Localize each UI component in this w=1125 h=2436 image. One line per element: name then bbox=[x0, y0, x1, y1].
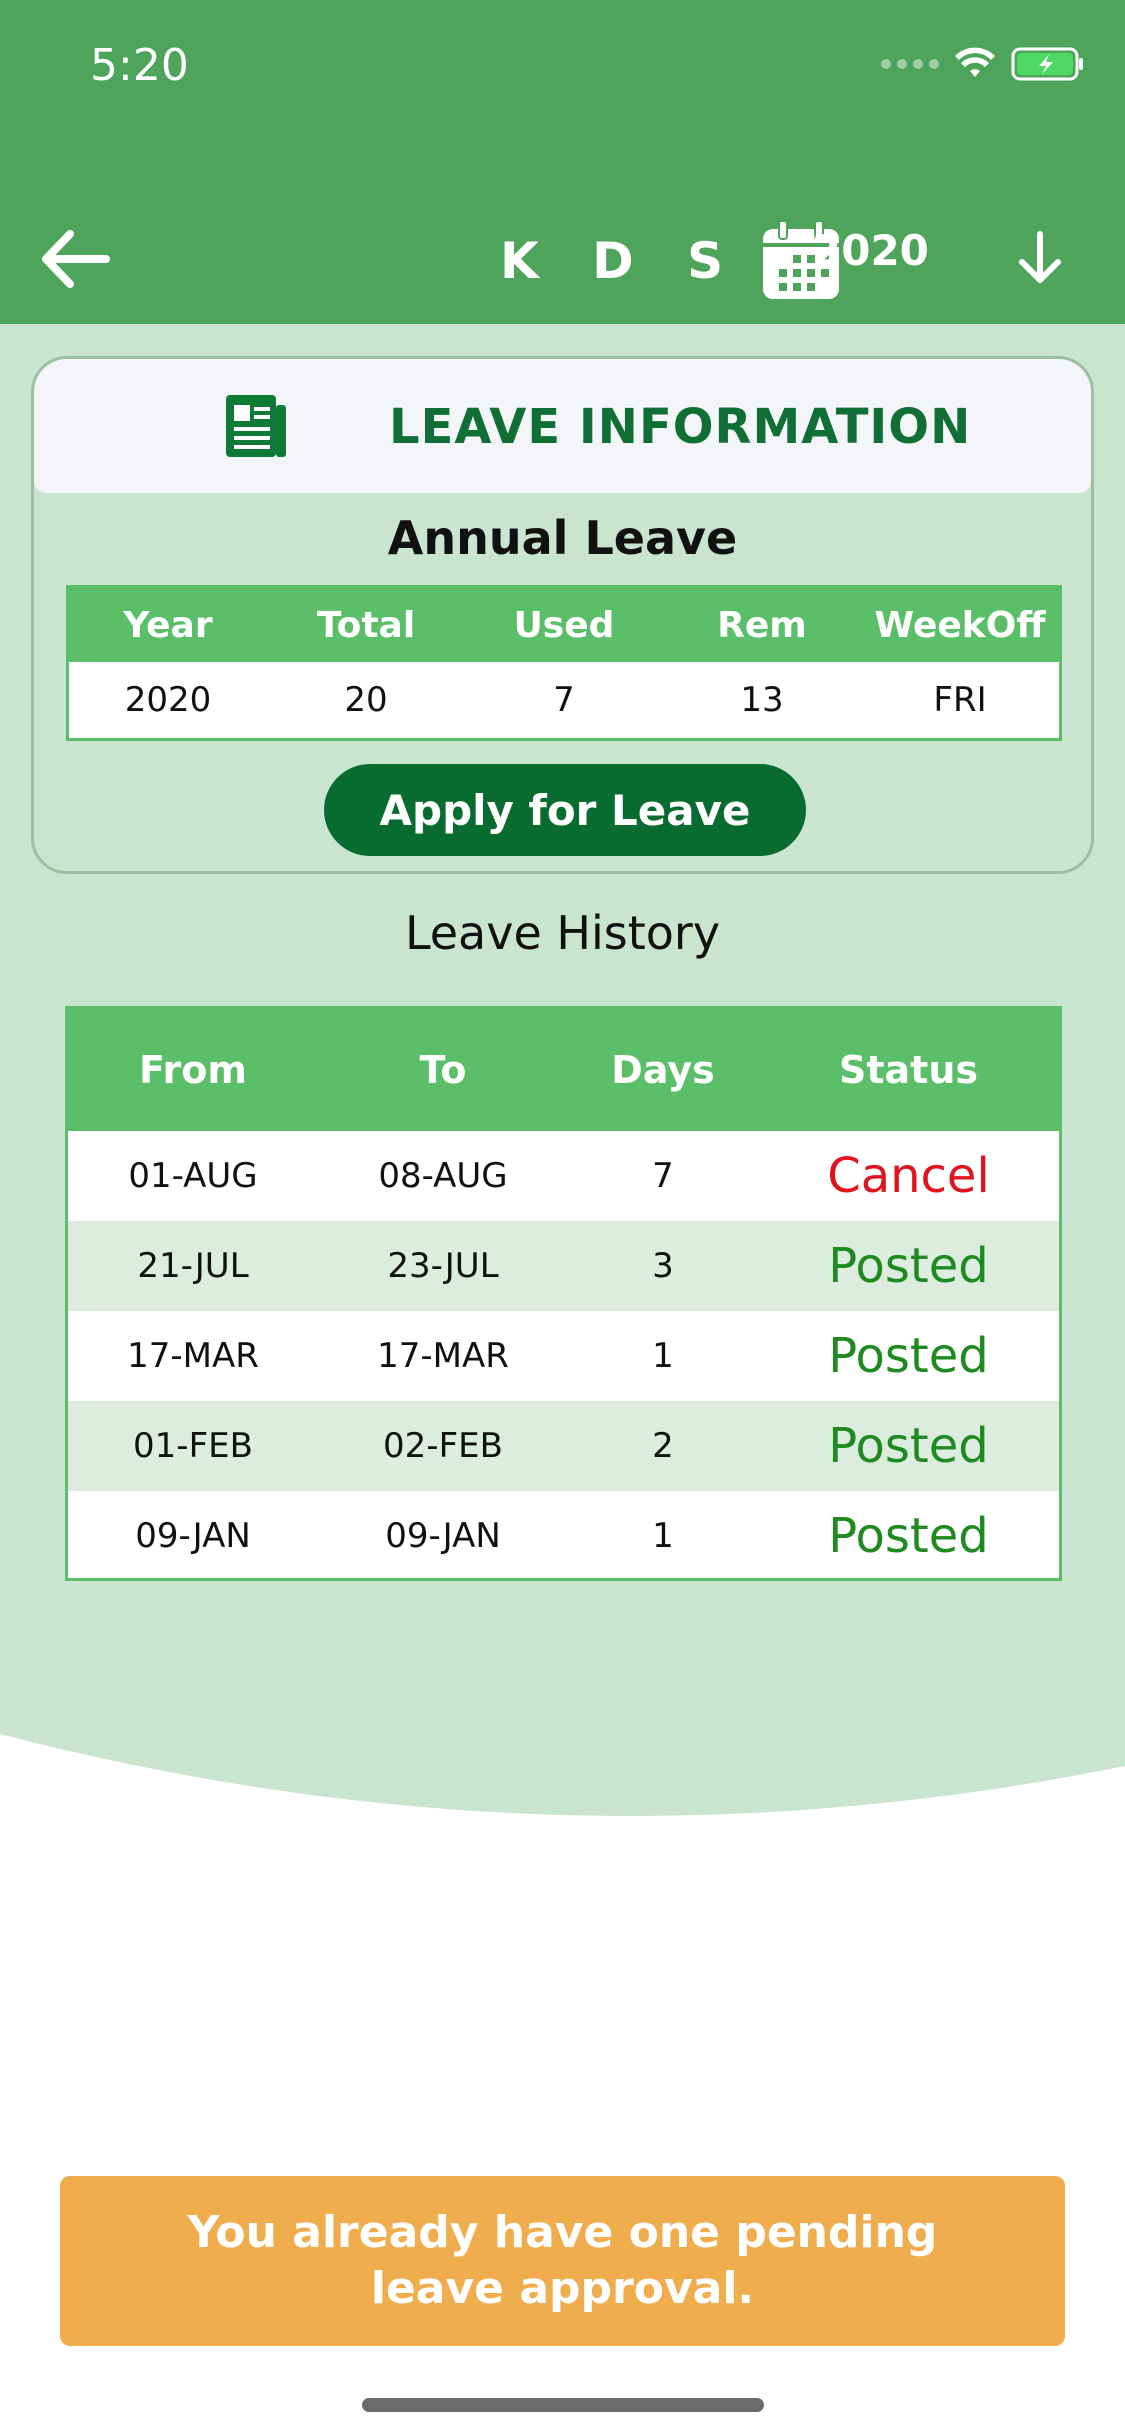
summary-total: 20 bbox=[344, 680, 388, 720]
card-title: LEAVE INFORMATION bbox=[389, 399, 972, 455]
table-row[interactable]: 21-JUL 23-JUL 3 Posted bbox=[68, 1221, 1059, 1311]
status-badge: Posted bbox=[828, 1508, 989, 1564]
summary-weekoff: FRI bbox=[933, 680, 987, 720]
status-badge: Cancel bbox=[827, 1148, 990, 1204]
history-col-to: To bbox=[419, 1048, 467, 1092]
apply-for-leave-button[interactable]: Apply for Leave bbox=[324, 764, 806, 856]
row-from: 17-MAR bbox=[127, 1336, 259, 1376]
summary-header-row: Year Total Used Rem WeekOff bbox=[69, 588, 1059, 662]
row-days: 7 bbox=[652, 1156, 674, 1196]
app-header: 5:20 K D S 2020 bbox=[0, 0, 1125, 324]
summary-col-weekoff: WeekOff bbox=[874, 604, 1046, 646]
year-selector[interactable]: 2020 bbox=[812, 226, 929, 275]
row-days: 3 bbox=[652, 1246, 674, 1286]
battery-icon bbox=[1011, 47, 1083, 81]
summary-rem: 13 bbox=[740, 680, 784, 720]
status-badge: Posted bbox=[828, 1418, 989, 1474]
leave-history-table: From To Days Status 01-AUG 08-AUG 7 Canc… bbox=[65, 1006, 1062, 1581]
row-from: 21-JUL bbox=[137, 1246, 249, 1286]
background-curve bbox=[0, 1720, 1125, 1816]
summary-col-used: Used bbox=[513, 604, 615, 646]
status-icons bbox=[881, 46, 1085, 82]
history-col-status: Status bbox=[838, 1048, 978, 1092]
table-row[interactable]: 01-AUG 08-AUG 7 Cancel bbox=[68, 1131, 1059, 1221]
row-from: 01-FEB bbox=[133, 1426, 253, 1466]
leave-summary-table: Year Total Used Rem WeekOff 2020 20 7 13… bbox=[66, 585, 1062, 741]
row-days: 2 bbox=[652, 1426, 674, 1466]
app-title: K D S bbox=[500, 232, 742, 290]
summary-value-row: 2020 20 7 13 FRI bbox=[69, 662, 1059, 738]
row-days: 1 bbox=[652, 1336, 674, 1376]
document-icon bbox=[226, 395, 286, 457]
summary-col-total: Total bbox=[316, 604, 416, 646]
summary-col-rem: Rem bbox=[717, 604, 807, 646]
row-to: 08-AUG bbox=[378, 1156, 508, 1196]
down-arrow-icon[interactable] bbox=[1012, 228, 1068, 288]
table-row[interactable]: 09-JAN 09-JAN 1 Posted bbox=[68, 1491, 1059, 1581]
pending-leave-toast: You already have one pending leave appro… bbox=[60, 2176, 1065, 2346]
home-indicator[interactable] bbox=[362, 2398, 764, 2412]
leave-history-title: Leave History bbox=[404, 906, 721, 960]
card-header: LEAVE INFORMATION bbox=[34, 359, 1091, 493]
history-header-row: From To Days Status bbox=[68, 1009, 1059, 1131]
row-to: 17-MAR bbox=[377, 1336, 509, 1376]
row-days: 1 bbox=[652, 1516, 674, 1556]
cellular-signal-icon bbox=[881, 59, 939, 69]
summary-used: 7 bbox=[553, 680, 575, 720]
row-to: 09-JAN bbox=[385, 1516, 501, 1556]
wifi-icon bbox=[955, 47, 995, 77]
status-badge: Posted bbox=[828, 1238, 989, 1294]
summary-year: 2020 bbox=[124, 680, 212, 720]
row-from: 09-JAN bbox=[135, 1516, 251, 1556]
summary-col-year: Year bbox=[123, 604, 213, 646]
history-col-days: Days bbox=[611, 1048, 715, 1092]
table-row[interactable]: 01-FEB 02-FEB 2 Posted bbox=[68, 1401, 1059, 1491]
status-time: 5:20 bbox=[90, 40, 189, 91]
row-from: 01-AUG bbox=[128, 1156, 258, 1196]
row-to: 23-JUL bbox=[387, 1246, 499, 1286]
status-badge: Posted bbox=[828, 1328, 989, 1384]
history-col-from: From bbox=[139, 1048, 247, 1092]
leave-information-card: LEAVE INFORMATION Annual Leave Year Tota… bbox=[31, 356, 1094, 874]
row-to: 02-FEB bbox=[383, 1426, 503, 1466]
header-title-group: K D S bbox=[500, 216, 843, 306]
annual-leave-title: Annual Leave bbox=[387, 511, 738, 565]
back-arrow-icon[interactable] bbox=[36, 224, 116, 294]
table-row[interactable]: 17-MAR 17-MAR 1 Posted bbox=[68, 1311, 1059, 1401]
